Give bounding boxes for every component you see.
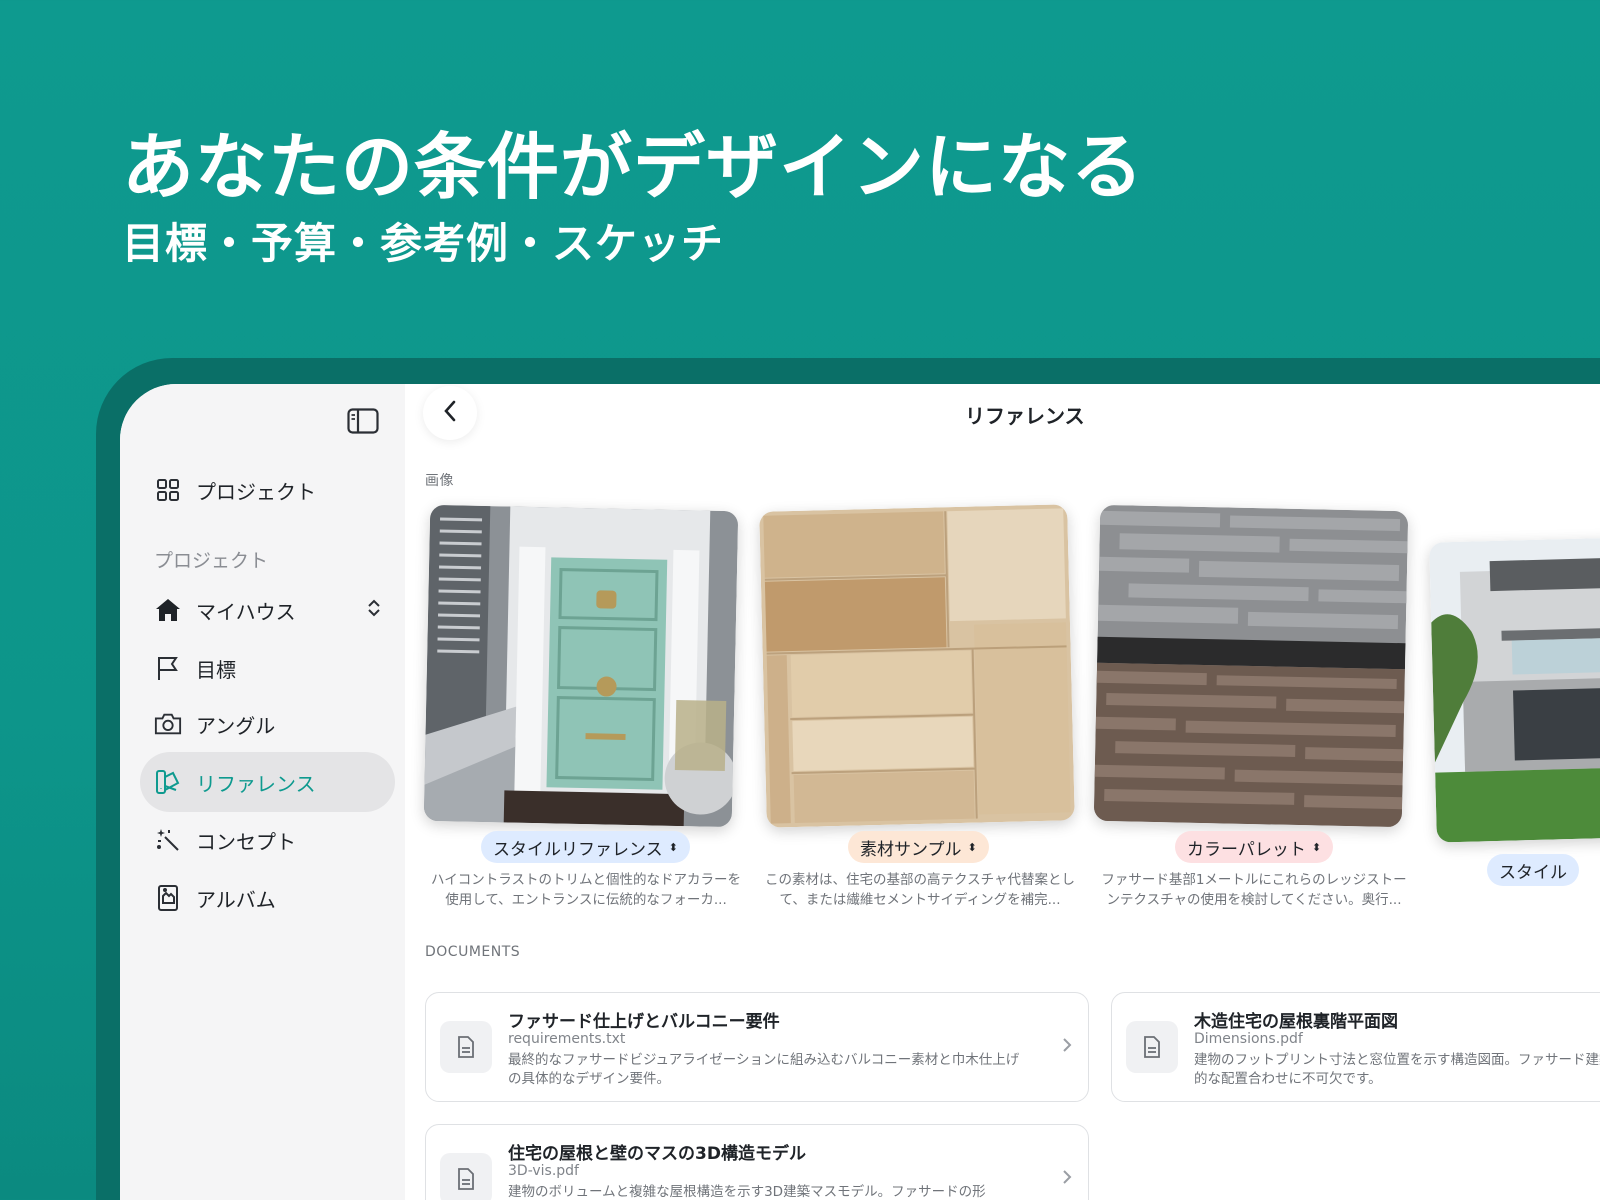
images-section-label: 画像	[425, 473, 454, 489]
file-icon	[440, 1021, 492, 1073]
sidebar-item-label: コンセプト	[196, 829, 296, 854]
door-photo	[423, 504, 739, 828]
sidebar-item-album[interactable]: アルバム	[140, 868, 395, 928]
sparkle-wand-icon	[154, 826, 182, 854]
document-item[interactable]: 木造住宅の屋根裏階平面図 Dimensions.pdf 建物のフットプリント寸法…	[1111, 992, 1600, 1102]
sidebar-item-label: 目標	[196, 657, 236, 682]
document-filename: Dimensions.pdf	[1194, 1031, 1303, 1047]
back-button[interactable]	[423, 386, 477, 440]
sort-updown-icon: ⬍	[967, 840, 977, 854]
document-filename: 3D-vis.pdf	[508, 1163, 579, 1179]
chevron-right-icon	[1062, 1169, 1072, 1189]
sidebar-toggle-icon[interactable]	[345, 406, 381, 436]
card-description: この素材は、住宅の基部の高テクスチャ代替案として、または繊維セメントサイディング…	[765, 872, 1075, 908]
ledgestone-photo	[1093, 504, 1409, 828]
file-icon	[1126, 1021, 1178, 1073]
flag-icon	[154, 654, 182, 682]
tag-label: スタイルリファレンス	[493, 839, 663, 860]
sidebar-item-concept[interactable]: コンセプト	[140, 810, 395, 870]
chevron-right-icon	[1062, 1037, 1072, 1057]
page-title: リファレンス	[965, 404, 1085, 428]
reference-card-ledgestone[interactable]	[1093, 504, 1409, 828]
tag-label: カラーパレット	[1187, 839, 1306, 860]
sidebar-item-label: リファレンス	[196, 771, 316, 796]
sidebar: プロジェクト プロジェクト マイハウス 目標 アングル リファレンス コンセプト…	[120, 384, 405, 1200]
sidebar-item-label: アングル	[196, 713, 276, 738]
main-content: リファレンス 画像 スタイルリファレンス ⬍ 素材サンプル ⬍ カラーパレット …	[405, 384, 1600, 1200]
tag-color-palette[interactable]: カラーパレット ⬍	[1175, 831, 1334, 863]
swatch-icon	[154, 768, 182, 796]
sidebar-section-label: プロジェクト	[154, 550, 269, 572]
document-description: 建物のフットプリント寸法と窓位置を示す構造図面。ファサード建築的な配置合わせに不…	[1194, 1052, 1600, 1087]
home-icon	[154, 596, 182, 624]
documents-section-label: DOCUMENTS	[425, 944, 521, 960]
sort-updown-icon: ⬍	[1311, 840, 1322, 854]
sidebar-item-references[interactable]: リファレンス	[140, 752, 395, 812]
document-filename: requirements.txt	[508, 1031, 626, 1047]
tag-style[interactable]: スタイル	[1487, 854, 1579, 886]
sidebar-item-angles[interactable]: アングル	[140, 694, 395, 754]
sidebar-item-goals[interactable]: 目標	[140, 638, 395, 698]
tag-style-reference[interactable]: スタイルリファレンス ⬍	[481, 831, 690, 863]
sidebar-item-label: アルバム	[196, 887, 276, 912]
sidebar-item-my-house[interactable]: マイハウス	[140, 580, 395, 640]
grid-icon	[154, 476, 182, 504]
chevron-up-down-icon[interactable]	[367, 598, 381, 623]
document-item[interactable]: ファサード仕上げとバルコニー要件 requirements.txt 最終的なファ…	[425, 992, 1089, 1102]
app-screen: プロジェクト プロジェクト マイハウス 目標 アングル リファレンス コンセプト…	[120, 384, 1600, 1200]
camera-icon	[154, 710, 182, 738]
reference-card-sandstone[interactable]	[759, 504, 1075, 828]
document-description: 建物のボリュームと複雑な屋根構造を示す3D建築マスモデル。ファサードの形	[508, 1184, 986, 1200]
tag-label: スタイル	[1499, 862, 1567, 883]
reference-card-house[interactable]	[1429, 537, 1600, 843]
hero-subtitle: 目標・予算・参考例・スケッチ	[122, 219, 725, 268]
sidebar-item-label: マイハウス	[196, 599, 296, 624]
hero-title: あなたの条件がデザインになる	[122, 125, 1145, 209]
document-title: 住宅の屋根と壁のマスの3D構造モデル	[508, 1144, 806, 1164]
house-photo	[1429, 537, 1600, 843]
document-title: ファサード仕上げとバルコニー要件	[508, 1012, 780, 1032]
chevron-left-icon	[442, 399, 458, 427]
sidebar-item-projects[interactable]: プロジェクト	[140, 460, 395, 520]
tag-label: 素材サンプル	[860, 839, 962, 860]
sort-updown-icon: ⬍	[668, 840, 678, 854]
tag-material-sample[interactable]: 素材サンプル ⬍	[848, 831, 989, 863]
album-icon	[154, 884, 182, 912]
file-icon	[440, 1153, 492, 1200]
card-description: ハイコントラストのトリムと個性的なドアカラーを使用して、エントランスに伝統的なフ…	[431, 872, 741, 908]
sidebar-item-label: プロジェクト	[196, 479, 316, 504]
sandstone-photo	[759, 504, 1075, 828]
card-description: ファサード基部1メートルにこれらのレッジストーンテクスチャの使用を検討してくださ…	[1101, 872, 1407, 908]
document-description: 最終的なファサードビジュアライゼーションに組み込むバルコニー素材と巾木仕上げの具…	[508, 1052, 1020, 1087]
reference-card-door[interactable]	[423, 504, 739, 828]
document-item[interactable]: 住宅の屋根と壁のマスの3D構造モデル 3D-vis.pdf 建物のボリュームと複…	[425, 1124, 1089, 1200]
document-title: 木造住宅の屋根裏階平面図	[1194, 1012, 1398, 1032]
